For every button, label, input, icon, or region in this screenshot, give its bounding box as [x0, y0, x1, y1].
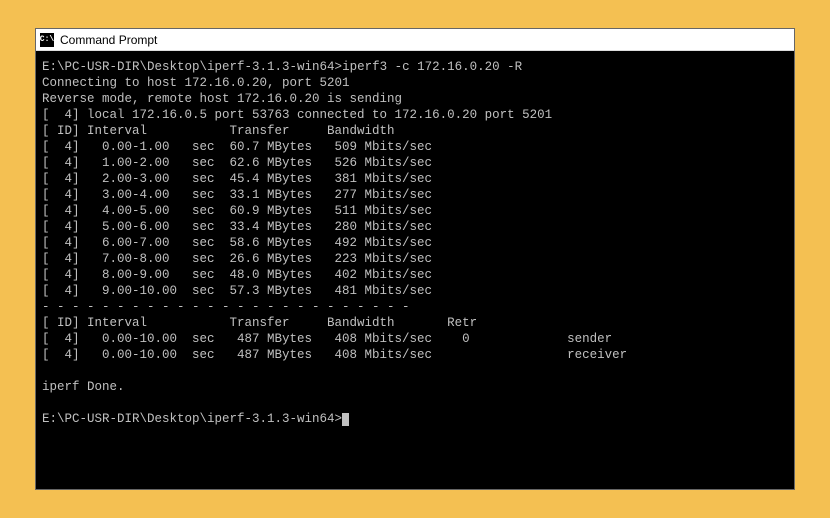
table-header: [ ID] Interval Transfer Bandwidth Retr [42, 315, 788, 331]
prompt-path: E:\PC-USR-DIR\Desktop\iperf-3.1.3-win64> [42, 412, 342, 426]
table-row: [ 4] 2.00-3.00 sec 45.4 MBytes 381 Mbits… [42, 171, 788, 187]
output-line: Reverse mode, remote host 172.16.0.20 is… [42, 91, 788, 107]
output-line: Connecting to host 172.16.0.20, port 520… [42, 75, 788, 91]
table-row: [ 4] 8.00-9.00 sec 48.0 MBytes 402 Mbits… [42, 267, 788, 283]
command-prompt-icon: C:\ [40, 33, 54, 47]
window-title: Command Prompt [60, 33, 157, 47]
summary-row: [ 4] 0.00-10.00 sec 487 MBytes 408 Mbits… [42, 347, 788, 363]
table-row: [ 4] 0.00-1.00 sec 60.7 MBytes 509 Mbits… [42, 139, 788, 155]
table-header: [ ID] Interval Transfer Bandwidth [42, 123, 788, 139]
done-line: iperf Done. [42, 379, 788, 395]
terminal-output[interactable]: E:\PC-USR-DIR\Desktop\iperf-3.1.3-win64>… [36, 51, 794, 489]
separator-line: - - - - - - - - - - - - - - - - - - - - … [42, 299, 788, 315]
blank-line [42, 363, 788, 379]
table-row: [ 4] 5.00-6.00 sec 33.4 MBytes 280 Mbits… [42, 219, 788, 235]
command-prompt-window: C:\ Command Prompt E:\PC-USR-DIR\Desktop… [35, 28, 795, 490]
table-row: [ 4] 1.00-2.00 sec 62.6 MBytes 526 Mbits… [42, 155, 788, 171]
blank-line [42, 395, 788, 411]
table-row: [ 4] 6.00-7.00 sec 58.6 MBytes 492 Mbits… [42, 235, 788, 251]
prompt-line: E:\PC-USR-DIR\Desktop\iperf-3.1.3-win64>… [42, 59, 788, 75]
entered-command: iperf3 -c 172.16.0.20 -R [342, 60, 522, 74]
title-bar[interactable]: C:\ Command Prompt [36, 29, 794, 51]
table-row: [ 4] 9.00-10.00 sec 57.3 MBytes 481 Mbit… [42, 283, 788, 299]
prompt-line: E:\PC-USR-DIR\Desktop\iperf-3.1.3-win64> [42, 411, 788, 427]
output-line: [ 4] local 172.16.0.5 port 53763 connect… [42, 107, 788, 123]
cursor [342, 413, 349, 426]
table-row: [ 4] 7.00-8.00 sec 26.6 MBytes 223 Mbits… [42, 251, 788, 267]
table-row: [ 4] 4.00-5.00 sec 60.9 MBytes 511 Mbits… [42, 203, 788, 219]
summary-row: [ 4] 0.00-10.00 sec 487 MBytes 408 Mbits… [42, 331, 788, 347]
table-row: [ 4] 3.00-4.00 sec 33.1 MBytes 277 Mbits… [42, 187, 788, 203]
prompt-path: E:\PC-USR-DIR\Desktop\iperf-3.1.3-win64> [42, 60, 342, 74]
